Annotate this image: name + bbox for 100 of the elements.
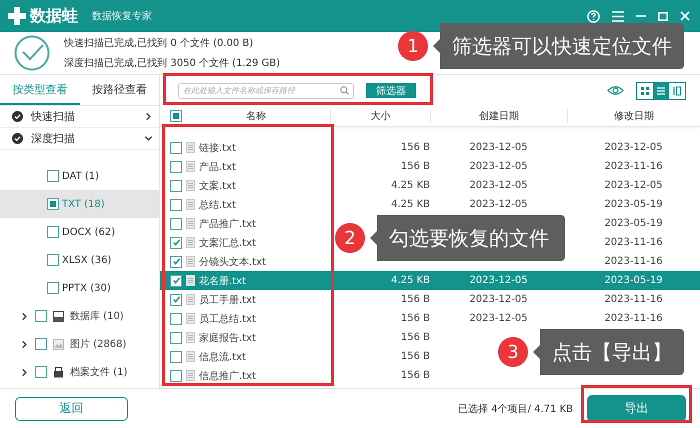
checkbox[interactable] <box>170 198 182 210</box>
scan-label[interactable]: 快速扫描 <box>31 109 136 124</box>
view-tab[interactable]: 按路径查看 <box>80 75 159 105</box>
file-name[interactable]: 文案汇总.txt <box>199 236 256 250</box>
image-icon <box>53 338 64 350</box>
modified-date: 2023-05-19 <box>604 275 663 286</box>
checkbox[interactable] <box>170 180 182 192</box>
file-name[interactable]: 总结.txt <box>199 198 236 212</box>
list-view-icon <box>656 86 666 94</box>
highlighted-file-row[interactable]: 花名册.txt 4.25 KB 2023-12-05 2023-05-19 <box>160 271 700 290</box>
file-name[interactable]: 信息流.txt <box>199 350 246 364</box>
file-size: 156 B <box>400 313 430 324</box>
back-button[interactable]: 返回 <box>15 396 128 420</box>
document-icon <box>186 275 195 286</box>
file-name[interactable]: 信息推广.txt <box>199 368 256 382</box>
check-circle-icon <box>12 111 23 122</box>
checkbox[interactable] <box>47 254 59 266</box>
checkbox[interactable] <box>35 338 47 350</box>
file-name[interactable]: 产品.txt <box>199 160 236 174</box>
file-name[interactable]: 链接.txt <box>199 140 236 154</box>
created-date: 2023-12-05 <box>469 275 528 286</box>
file-name[interactable]: 花名册.txt <box>199 274 246 288</box>
modified-date: 2023-11-16 <box>604 256 663 267</box>
checkbox[interactable] <box>170 256 182 268</box>
callout-tooltip: 点击【导出】 <box>533 329 684 375</box>
column-header: 名称 <box>245 110 267 123</box>
search-icon <box>340 86 349 95</box>
filter-button[interactable]: 筛选器 <box>366 83 416 98</box>
close-icon[interactable] <box>680 11 690 21</box>
chevron-icon[interactable] <box>144 134 153 143</box>
created-date: 2023-12-05 <box>469 142 528 153</box>
document-icon <box>186 142 195 153</box>
file-size: 4.25 KB <box>391 180 430 191</box>
chevron-icon[interactable] <box>20 340 29 348</box>
file-type-item[interactable]: PPTX (30) <box>0 274 159 302</box>
eye-icon[interactable] <box>607 85 624 96</box>
chevron-icon[interactable] <box>144 112 153 121</box>
checkbox[interactable] <box>35 310 47 322</box>
column-header: 大小 <box>330 109 430 123</box>
file-type-item[interactable]: XLSX (36) <box>0 246 159 274</box>
document-icon <box>186 199 195 210</box>
help-icon[interactable] <box>587 10 600 22</box>
file-size: 156 B <box>400 370 430 381</box>
category-label[interactable]: 数据库 (10) <box>70 309 124 323</box>
checkbox[interactable] <box>170 160 182 172</box>
callout-tooltip: 筛选器可以快速定位文件 <box>433 23 684 69</box>
file-size: 4.25 KB <box>391 275 430 286</box>
checkbox[interactable] <box>47 226 59 238</box>
document-icon <box>186 237 195 248</box>
app-name: 数据蛙 <box>30 6 78 26</box>
checkbox[interactable] <box>170 142 182 154</box>
created-date: 2023-12-05 <box>469 180 528 191</box>
drive-icon <box>53 310 64 322</box>
column-header: 修改日期 <box>567 109 700 123</box>
modified-date: 2023-12-05 <box>604 142 663 153</box>
step-number: 1 <box>398 31 428 61</box>
category-label[interactable]: 图片 (2868) <box>70 337 126 351</box>
file-size: 4.25 KB <box>391 199 430 210</box>
modified-date: 2023-11-16 <box>604 161 663 172</box>
file-name[interactable]: 文案.txt <box>199 178 236 192</box>
chevron-icon[interactable] <box>20 368 29 376</box>
file-name[interactable]: 员工总结.txt <box>199 312 256 326</box>
view-mode-button[interactable] <box>653 82 669 98</box>
file-size: 156 B <box>400 294 430 305</box>
file-name[interactable]: 分镜头文本.txt <box>199 254 266 268</box>
checkbox[interactable] <box>170 294 182 306</box>
checkbox[interactable] <box>170 236 182 248</box>
menu-icon[interactable] <box>612 10 624 22</box>
step-number: 2 <box>335 223 365 253</box>
modified-date: 2023-11-16 <box>604 294 663 305</box>
checkbox[interactable] <box>170 110 182 122</box>
search-field[interactable]: 在此处输入文件名称或保存路径 <box>178 82 354 98</box>
checkbox[interactable] <box>35 366 47 378</box>
maximize-icon[interactable] <box>658 12 668 20</box>
file-type-item[interactable]: DOCX (62) <box>0 218 159 246</box>
check-circle-icon <box>14 35 50 71</box>
category-label[interactable]: 档案文件 (1) <box>70 365 128 379</box>
chevron-icon[interactable] <box>20 312 29 320</box>
document-icon <box>186 332 195 343</box>
modified-date: 2023-11-16 <box>604 237 663 248</box>
checkbox[interactable] <box>170 350 182 362</box>
export-button[interactable]: 导出 <box>587 395 686 422</box>
checkbox[interactable] <box>170 332 182 344</box>
checkbox[interactable] <box>170 370 182 382</box>
file-size: 156 B <box>400 351 430 362</box>
checkbox[interactable] <box>47 198 59 210</box>
checkbox[interactable] <box>170 274 182 286</box>
scan-status-text: 快速扫描已完成,已找到 0 个文件 (0.00 B) <box>64 36 254 50</box>
file-name[interactable]: 员工手册.txt <box>199 292 256 306</box>
checkbox[interactable] <box>47 282 59 294</box>
scan-label[interactable]: 深度扫描 <box>31 131 136 146</box>
file-name[interactable]: 产品推广.txt <box>199 216 256 230</box>
view-tab[interactable]: 按类型查看 <box>0 75 80 105</box>
file-name[interactable]: 家庭报告.txt <box>199 330 256 344</box>
created-date: 2023-12-05 <box>469 294 528 305</box>
file-type-item[interactable]: DAT (1) <box>0 162 159 190</box>
checkbox[interactable] <box>47 170 59 182</box>
checkbox[interactable] <box>170 312 182 324</box>
created-date: 2023-12-05 <box>469 161 528 172</box>
checkbox[interactable] <box>170 218 182 230</box>
